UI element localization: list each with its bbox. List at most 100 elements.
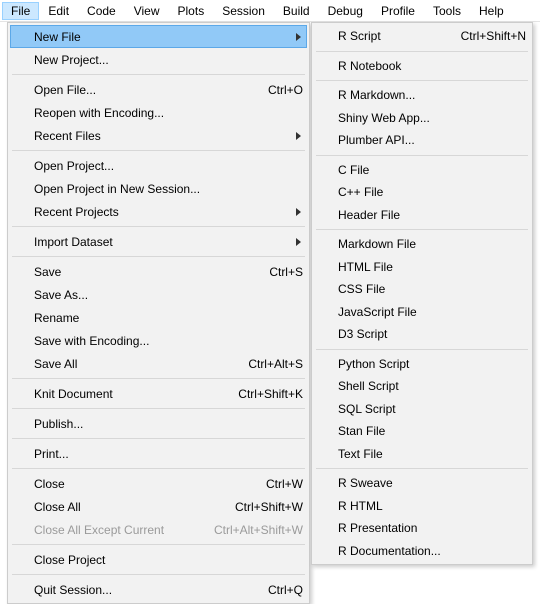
new-file-menu-item-r-script[interactable]: R ScriptCtrl+Shift+N <box>314 25 530 48</box>
menu-item-label: R Markdown... <box>338 88 526 102</box>
new-file-menu-item-r-documentation[interactable]: R Documentation... <box>314 540 530 563</box>
menu-item-label: Shiny Web App... <box>338 111 526 125</box>
menubar-item-code[interactable]: Code <box>78 2 125 20</box>
menu-item-label: Markdown File <box>338 237 526 251</box>
file-menu-item-publish[interactable]: Publish... <box>10 412 307 435</box>
menu-item-label: C File <box>338 163 526 177</box>
menu-item-label: Header File <box>338 208 526 222</box>
menubar-item-tools[interactable]: Tools <box>424 2 470 20</box>
file-menu-item-recent-files[interactable]: Recent Files <box>10 124 307 147</box>
menu-item-label: New File <box>34 30 296 44</box>
menubar-item-plots[interactable]: Plots <box>169 2 214 20</box>
new-file-menu-item-stan-file[interactable]: Stan File <box>314 420 530 443</box>
menu-item-label: Text File <box>338 447 526 461</box>
menubar: FileEditCodeViewPlotsSessionBuildDebugPr… <box>0 0 540 22</box>
menubar-item-view[interactable]: View <box>125 2 169 20</box>
menu-item-shortcut: Ctrl+Shift+W <box>225 500 303 514</box>
new-file-menu-item-javascript-file[interactable]: JavaScript File <box>314 301 530 324</box>
file-menu-item-open-project[interactable]: Open Project... <box>10 154 307 177</box>
new-file-menu-separator <box>316 51 528 52</box>
menubar-item-edit[interactable]: Edit <box>39 2 78 20</box>
file-menu-item-quit-session[interactable]: Quit Session...Ctrl+Q <box>10 578 307 601</box>
menu-item-shortcut: Ctrl+Alt+Shift+W <box>204 523 303 537</box>
menu-item-label: Print... <box>34 447 303 461</box>
menu-item-label: Save As... <box>34 288 303 302</box>
file-menu-item-save-as[interactable]: Save As... <box>10 283 307 306</box>
menu-item-label: Recent Projects <box>34 205 296 219</box>
file-menu-item-close[interactable]: CloseCtrl+W <box>10 472 307 495</box>
file-menu-item-print[interactable]: Print... <box>10 442 307 465</box>
file-menu-item-import-dataset[interactable]: Import Dataset <box>10 230 307 253</box>
menu-item-label: JavaScript File <box>338 305 526 319</box>
file-menu-item-recent-projects[interactable]: Recent Projects <box>10 200 307 223</box>
new-file-menu-item-plumber-api[interactable]: Plumber API... <box>314 129 530 152</box>
menu-item-shortcut: Ctrl+Alt+S <box>238 357 303 371</box>
menubar-item-help[interactable]: Help <box>470 2 513 20</box>
new-file-menu-item-r-sweave[interactable]: R Sweave <box>314 472 530 495</box>
menu-item-label: Save <box>34 265 259 279</box>
menubar-item-build[interactable]: Build <box>274 2 319 20</box>
file-menu-separator <box>12 408 305 409</box>
new-file-menu-item-d3-script[interactable]: D3 Script <box>314 323 530 346</box>
menubar-item-debug[interactable]: Debug <box>319 2 372 20</box>
menu-item-label: Open Project in New Session... <box>34 182 303 196</box>
file-menu-item-new-file[interactable]: New File <box>10 25 307 48</box>
file-menu-item-open-project-in-new-session[interactable]: Open Project in New Session... <box>10 177 307 200</box>
new-file-menu-item-c-file[interactable]: C File <box>314 159 530 182</box>
new-file-menu-item-r-presentation[interactable]: R Presentation <box>314 517 530 540</box>
menu-item-label: Save All <box>34 357 238 371</box>
new-file-menu-item-r-html[interactable]: R HTML <box>314 495 530 518</box>
menu-item-label: Close All Except Current <box>34 523 204 537</box>
new-file-menu-item-html-file[interactable]: HTML File <box>314 256 530 279</box>
file-menu-item-save-with-encoding[interactable]: Save with Encoding... <box>10 329 307 352</box>
new-file-menu-item-r-notebook[interactable]: R Notebook <box>314 55 530 78</box>
menu-item-label: New Project... <box>34 53 303 67</box>
menu-item-label: Open File... <box>34 83 258 97</box>
file-menu-item-close-project[interactable]: Close Project <box>10 548 307 571</box>
menu-item-label: SQL Script <box>338 402 526 416</box>
new-file-menu-item-header-file[interactable]: Header File <box>314 204 530 227</box>
file-menu-separator <box>12 74 305 75</box>
menu-item-label: Reopen with Encoding... <box>34 106 303 120</box>
new-file-menu-item-sql-script[interactable]: SQL Script <box>314 398 530 421</box>
new-file-menu-separator <box>316 229 528 230</box>
menu-item-label: CSS File <box>338 282 526 296</box>
menu-item-label: D3 Script <box>338 327 526 341</box>
new-file-menu-item-shiny-web-app[interactable]: Shiny Web App... <box>314 107 530 130</box>
menu-item-shortcut: Ctrl+Shift+K <box>228 387 303 401</box>
new-file-menu-item-r-markdown[interactable]: R Markdown... <box>314 84 530 107</box>
new-file-menu-item-c-file[interactable]: C++ File <box>314 181 530 204</box>
menu-item-label: R Notebook <box>338 59 526 73</box>
new-file-menu-separator <box>316 349 528 350</box>
new-file-menu-item-python-script[interactable]: Python Script <box>314 353 530 376</box>
new-file-menu-item-text-file[interactable]: Text File <box>314 443 530 466</box>
file-menu-item-save[interactable]: SaveCtrl+S <box>10 260 307 283</box>
new-file-menu-item-markdown-file[interactable]: Markdown File <box>314 233 530 256</box>
menu-item-label: Save with Encoding... <box>34 334 303 348</box>
menubar-item-session[interactable]: Session <box>213 2 274 20</box>
file-menu-item-open-file[interactable]: Open File...Ctrl+O <box>10 78 307 101</box>
menu-item-label: Plumber API... <box>338 133 526 147</box>
menu-item-shortcut: Ctrl+Shift+N <box>451 29 526 43</box>
new-file-menu-separator <box>316 468 528 469</box>
new-file-menu-item-shell-script[interactable]: Shell Script <box>314 375 530 398</box>
file-menu-item-save-all[interactable]: Save AllCtrl+Alt+S <box>10 352 307 375</box>
menu-item-label: Stan File <box>338 424 526 438</box>
file-menu-separator <box>12 226 305 227</box>
menu-item-label: Recent Files <box>34 129 296 143</box>
file-menu-item-reopen-with-encoding[interactable]: Reopen with Encoding... <box>10 101 307 124</box>
new-file-submenu: R ScriptCtrl+Shift+N R Notebook R Markdown… <box>311 22 533 565</box>
new-file-menu-item-css-file[interactable]: CSS File <box>314 278 530 301</box>
menubar-item-profile[interactable]: Profile <box>372 2 424 20</box>
file-menu-item-knit-document[interactable]: Knit DocumentCtrl+Shift+K <box>10 382 307 405</box>
file-menu-item-rename[interactable]: Rename <box>10 306 307 329</box>
menu-item-label: R Script <box>338 29 451 43</box>
menu-item-label: Close <box>34 477 256 491</box>
menubar-item-file[interactable]: File <box>2 2 39 20</box>
menu-item-label: Shell Script <box>338 379 526 393</box>
file-menu-item-new-project[interactable]: New Project... <box>10 48 307 71</box>
menu-item-label: R HTML <box>338 499 526 513</box>
file-menu-item-close-all[interactable]: Close AllCtrl+Shift+W <box>10 495 307 518</box>
new-file-menu-separator <box>316 80 528 81</box>
file-menu-separator <box>12 574 305 575</box>
